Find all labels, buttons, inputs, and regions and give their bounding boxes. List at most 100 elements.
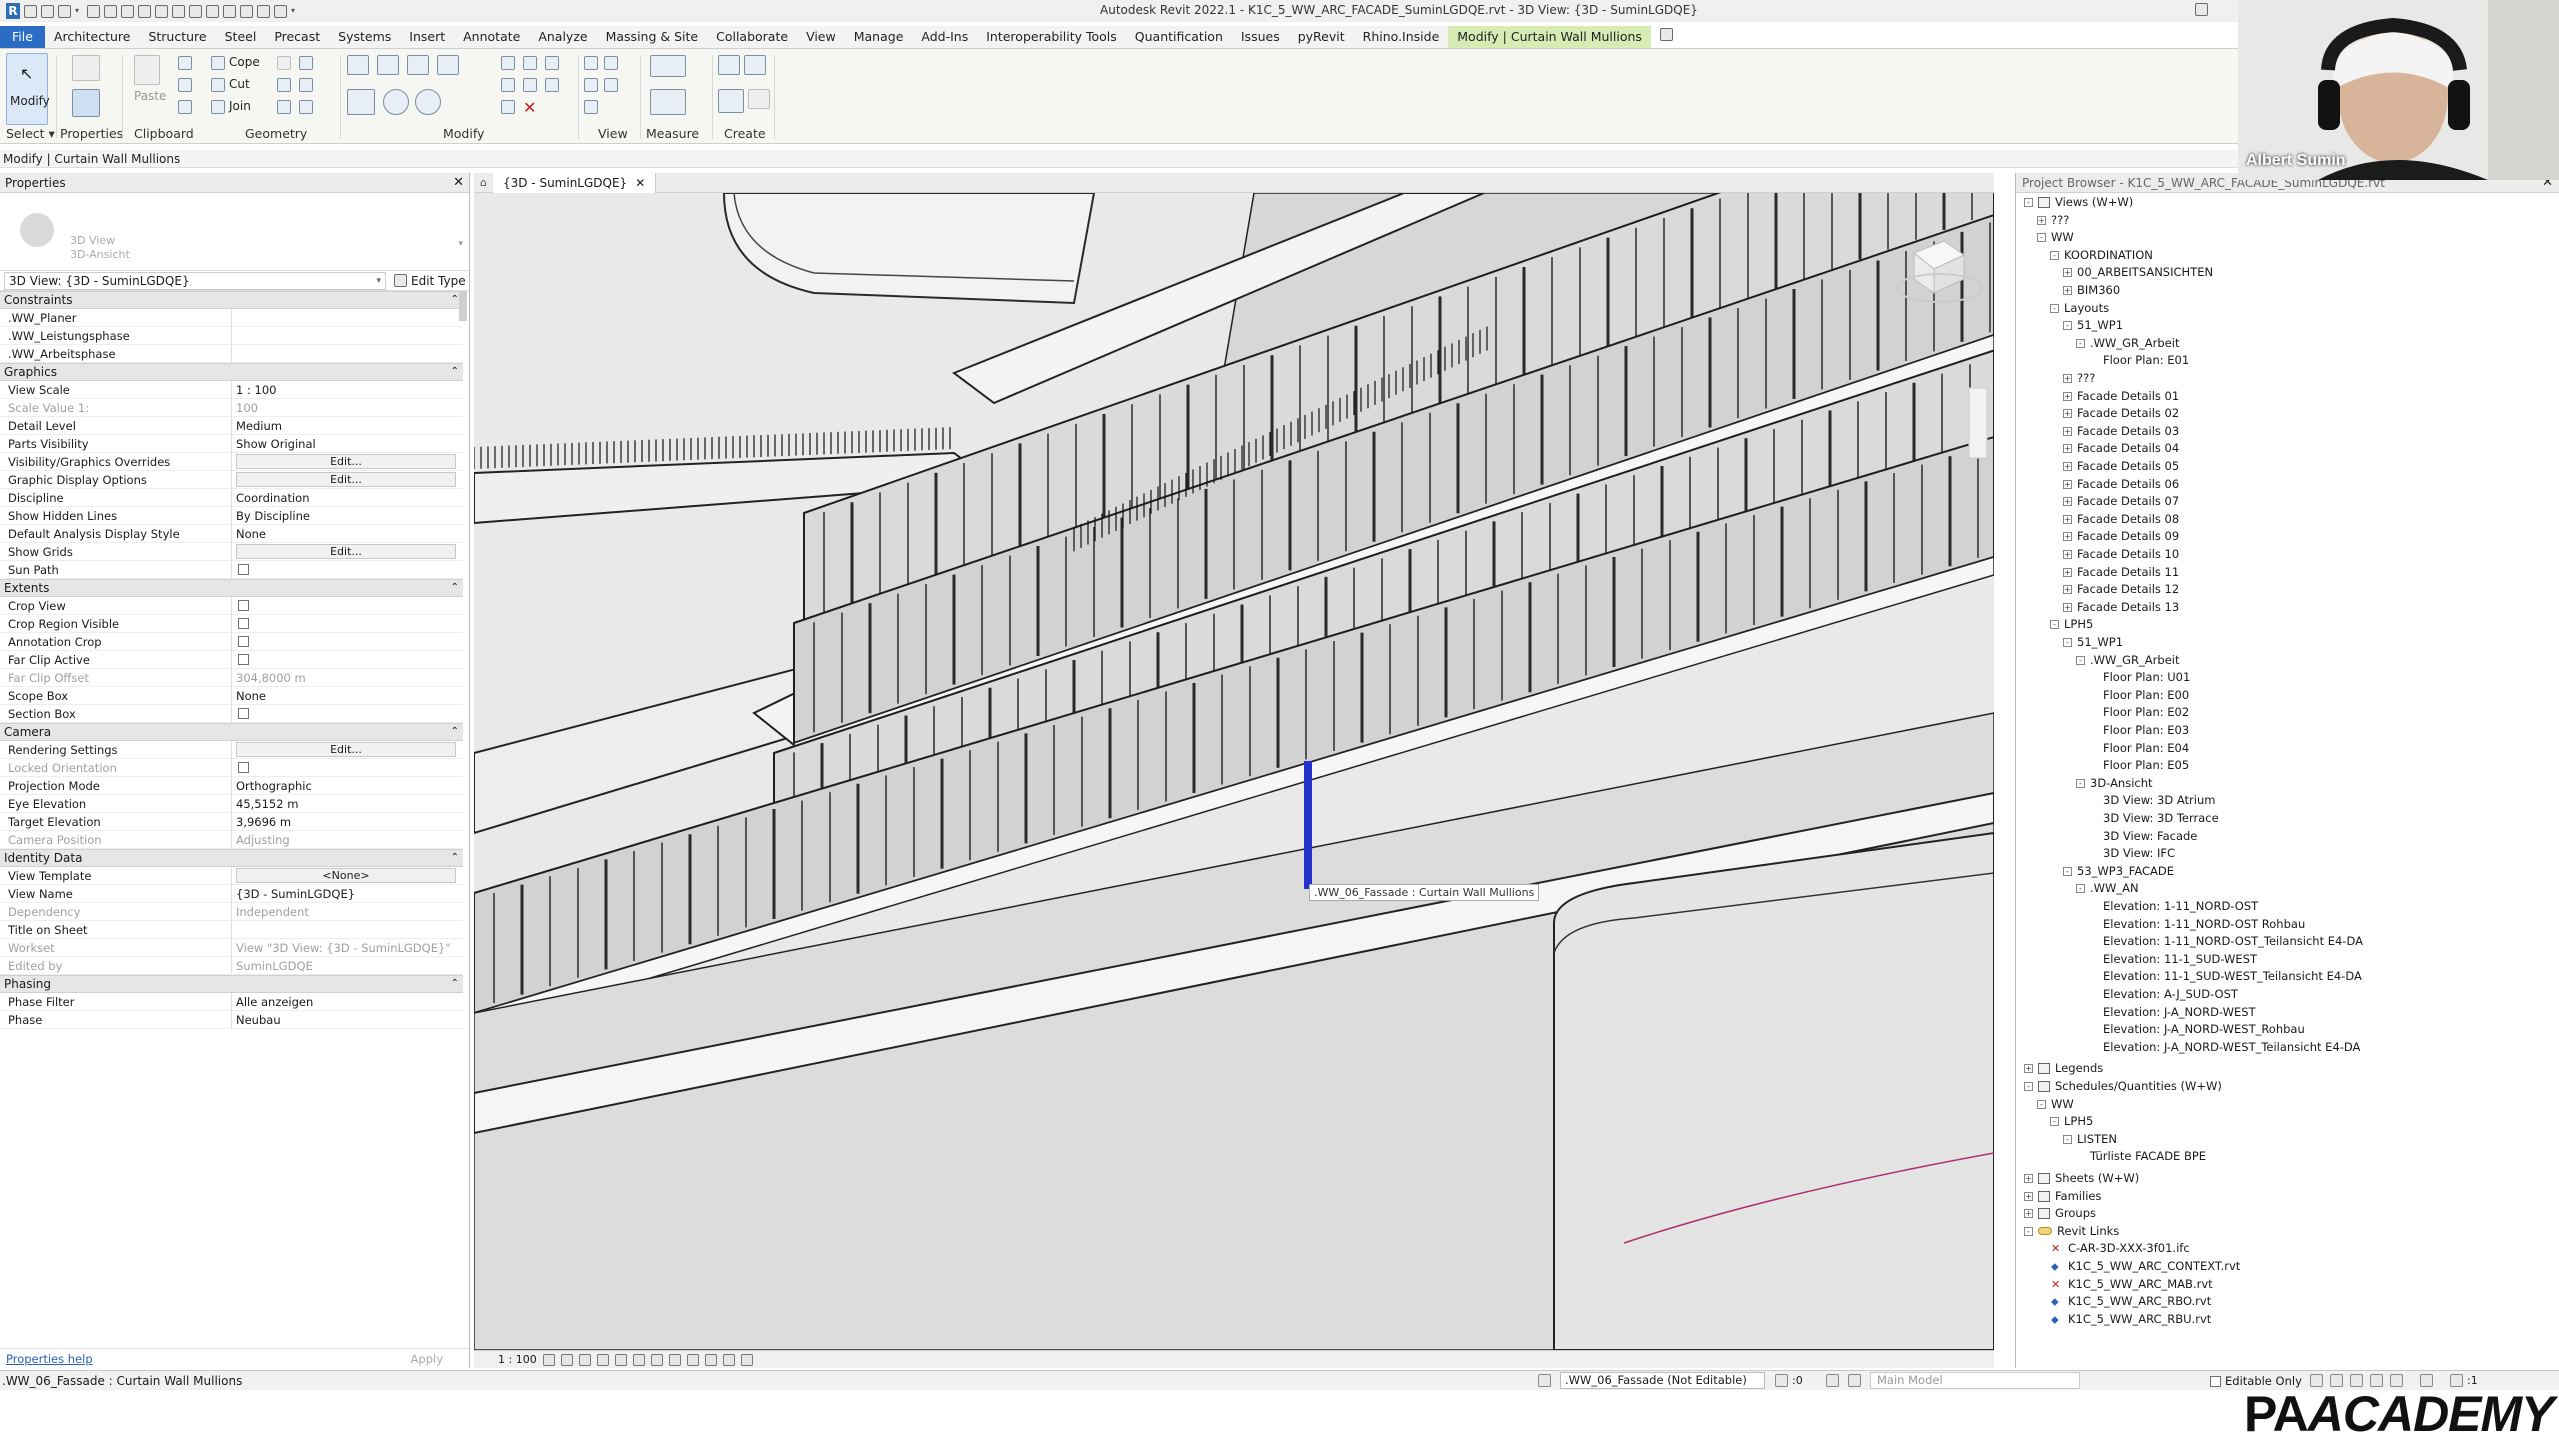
offset-icon[interactable] — [377, 55, 399, 75]
reveal-hidden-icon[interactable] — [704, 1353, 717, 1366]
move-icon[interactable] — [347, 89, 375, 115]
property-value[interactable] — [232, 345, 463, 362]
expand-icon[interactable]: + — [2063, 514, 2072, 524]
property-value[interactable] — [232, 597, 463, 614]
measure-between-icon[interactable] — [650, 55, 686, 77]
tab-structure[interactable]: Structure — [139, 26, 215, 48]
browser-item[interactable]: Floor Plan: U01 — [2089, 668, 2190, 686]
properties-scrollbar[interactable] — [459, 291, 467, 321]
paint-icon[interactable] — [277, 78, 291, 92]
browser-item[interactable]: 3D View: IFC — [2089, 844, 2175, 862]
type-selector[interactable]: 3D View 3D-Ansicht ▾ — [0, 193, 469, 271]
property-value[interactable] — [232, 651, 463, 668]
property-value[interactable]: Edit... — [232, 471, 463, 488]
collapse-icon[interactable]: - — [2076, 884, 2085, 894]
property-value[interactable]: Coordination — [232, 489, 463, 506]
tab-view[interactable]: View — [797, 26, 845, 48]
browser-item[interactable]: + Facade Details 10 — [2063, 545, 2179, 563]
sync-icon[interactable] — [58, 4, 71, 18]
expand-icon[interactable]: + — [2024, 1064, 2033, 1074]
collapse-group-icon[interactable]: ⌃ — [451, 850, 459, 866]
measure-icon[interactable] — [138, 4, 151, 18]
copy-to-clipboard-icon[interactable] — [178, 78, 192, 92]
match-type-icon[interactable] — [178, 100, 192, 114]
collapse-icon[interactable]: - — [2037, 233, 2046, 243]
expand-icon[interactable]: + — [2037, 215, 2046, 225]
browser-item[interactable]: Floor Plan: E00 — [2089, 686, 2189, 704]
ribbon-minimize-icon[interactable] — [1659, 28, 1673, 41]
apply-button[interactable]: Apply — [411, 1352, 463, 1366]
browser-item[interactable]: Elevation: A-J_SUD-OST — [2089, 985, 2238, 1003]
property-edit-button[interactable]: Edit... — [236, 544, 456, 559]
selected-mullion[interactable] — [1304, 761, 1312, 889]
browser-item[interactable]: Elevation: 1-11_NORD-OST Rohbau — [2089, 915, 2305, 933]
browser-item[interactable]: - Schedules/Quantities (W+W) — [2024, 1077, 2222, 1095]
property-value[interactable] — [232, 705, 463, 722]
tab-rhino-inside[interactable]: Rhino.Inside — [1354, 26, 1449, 48]
property-value[interactable] — [232, 615, 463, 632]
sync-dropdown-icon[interactable]: ▾ — [75, 7, 83, 15]
expand-icon[interactable]: + — [2024, 1191, 2033, 1201]
cut-geometry-icon[interactable] — [211, 78, 225, 92]
section-icon[interactable] — [223, 4, 236, 18]
tab-annotate[interactable]: Annotate — [454, 26, 529, 48]
property-value[interactable]: None — [232, 525, 463, 542]
3d-viewport[interactable]: .WW_06_Fassade : Curtain Wall Mullions — [474, 193, 1994, 1350]
properties-help-link[interactable]: Properties help — [6, 1352, 93, 1366]
browser-item[interactable]: + Facade Details 13 — [2063, 598, 2179, 616]
trim-extend-multi-icon[interactable] — [501, 78, 515, 92]
shadows-icon[interactable] — [596, 1353, 609, 1366]
browser-item[interactable]: 3D View: 3D Atrium — [2089, 791, 2215, 809]
detail-level-icon[interactable] — [542, 1353, 555, 1366]
collapse-icon[interactable]: - — [2076, 338, 2085, 348]
property-group-header[interactable]: Identity Data ⌃ — [0, 849, 463, 867]
expand-icon[interactable]: + — [2063, 391, 2072, 401]
tab-systems[interactable]: Systems — [329, 26, 400, 48]
browser-item[interactable]: + BIM360 — [2063, 281, 2120, 299]
collapse-group-icon[interactable]: ⌃ — [451, 364, 459, 380]
property-value[interactable]: {3D - SuminLGDQE} — [232, 885, 463, 902]
tab-precast[interactable]: Precast — [265, 26, 329, 48]
browser-item[interactable]: - WW — [2037, 228, 2074, 246]
split-element-icon[interactable] — [523, 56, 537, 70]
property-edit-button[interactable]: Edit... — [236, 742, 456, 757]
save-icon[interactable] — [41, 4, 54, 18]
browser-item[interactable]: + Facade Details 05 — [2063, 457, 2179, 475]
trim-icon[interactable] — [277, 100, 291, 114]
tab-analyze[interactable]: Analyze — [529, 26, 596, 48]
pin-icon[interactable] — [545, 56, 559, 70]
browser-item[interactable]: - .WW_AN — [2076, 879, 2139, 897]
browser-item[interactable]: -3D-Ansicht — [2076, 774, 2153, 792]
array-icon[interactable] — [523, 78, 537, 92]
editable-only-checkbox[interactable] — [2210, 1375, 2221, 1387]
wall-joins-icon[interactable] — [277, 56, 291, 70]
browser-item[interactable]: Floor Plan: E03 — [2089, 721, 2189, 739]
browser-item[interactable]: ⬥ K1C_5_WW_ARC_RBO.rvt — [2037, 1292, 2211, 1310]
browser-item[interactable]: + Facade Details 03 — [2063, 422, 2179, 440]
cope-icon[interactable] — [211, 56, 225, 70]
browser-item[interactable]: + Legends — [2024, 1059, 2103, 1077]
visual-style-icon[interactable] — [560, 1353, 573, 1366]
collapse-icon[interactable]: - — [2063, 321, 2072, 331]
property-checkbox[interactable] — [238, 636, 249, 647]
collapse-icon[interactable]: - — [2050, 620, 2059, 630]
property-value[interactable]: 3,9696 m — [232, 813, 463, 830]
expand-icon[interactable]: + — [2063, 286, 2072, 295]
property-value[interactable]: None — [232, 687, 463, 704]
browser-item[interactable]: + Facade Details 02 — [2063, 404, 2179, 422]
tab-steel[interactable]: Steel — [216, 26, 266, 48]
expand-icon[interactable]: + — [2063, 532, 2072, 542]
properties-icon[interactable] — [72, 89, 100, 117]
collapse-icon[interactable]: - — [2037, 1099, 2046, 1109]
filter-icon[interactable] — [604, 78, 618, 92]
show-crop-icon[interactable] — [668, 1353, 681, 1366]
property-value[interactable] — [232, 327, 463, 344]
split-face-icon[interactable] — [299, 56, 313, 70]
browser-item[interactable]: - KOORDINATION — [2050, 246, 2153, 264]
property-checkbox[interactable] — [238, 600, 249, 611]
collapse-icon[interactable]: - — [2050, 303, 2059, 313]
copy-icon[interactable] — [383, 89, 409, 115]
browser-item[interactable]: + Facade Details 06 — [2063, 475, 2179, 493]
browser-item[interactable]: - .WW_GR_Arbeit — [2076, 334, 2179, 352]
collapse-icon[interactable]: - — [2063, 866, 2072, 876]
